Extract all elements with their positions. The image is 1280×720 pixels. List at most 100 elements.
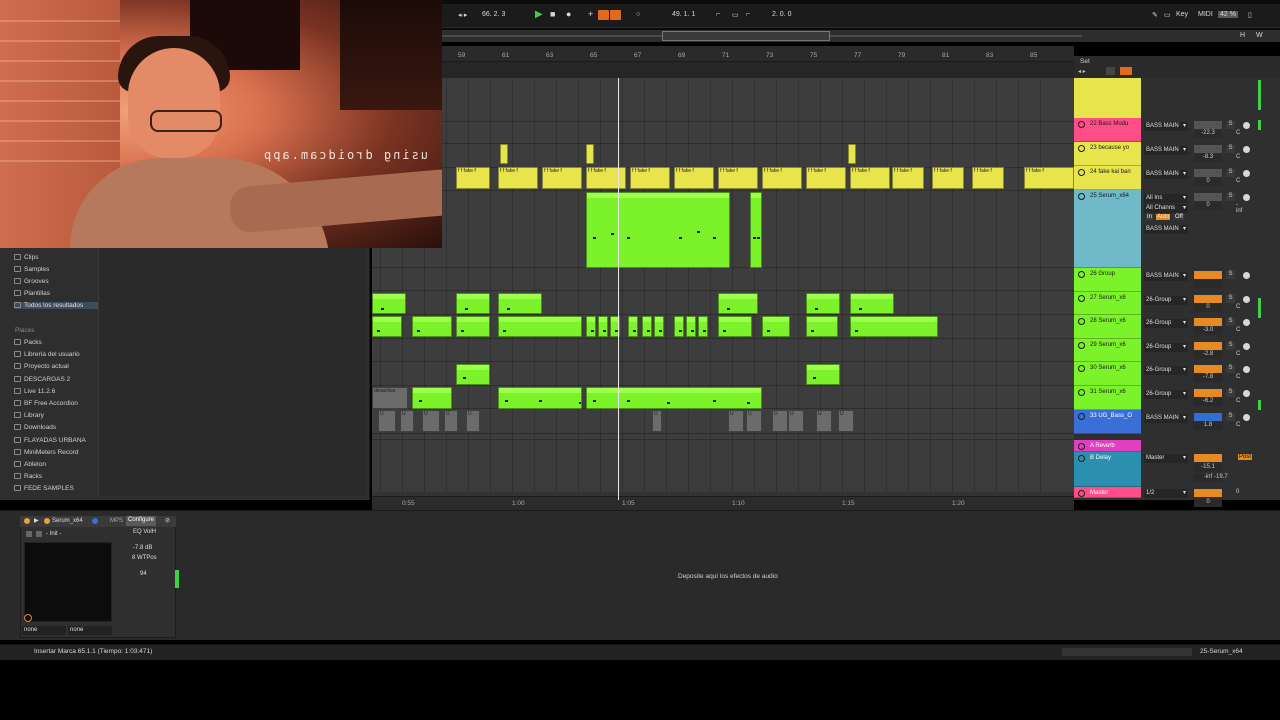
green-clip[interactable] (598, 316, 608, 337)
browser-place[interactable]: Live 11.2.6 (14, 387, 55, 395)
green-clip[interactable] (412, 387, 452, 409)
input-channel-select[interactable]: All Channs (1144, 204, 1188, 213)
yellow-clip[interactable]: f f fake f (542, 167, 582, 189)
gray-clip[interactable]: U (728, 410, 744, 432)
browser-place[interactable]: FEDE SAMPLES (14, 485, 74, 492)
track-volume-fader[interactable] (1194, 342, 1222, 350)
green-clip[interactable] (718, 316, 752, 337)
green-clip[interactable] (806, 316, 838, 337)
pan-value[interactable] (1236, 280, 1243, 288)
gray-clip[interactable]: U (746, 410, 762, 432)
overdub-button[interactable] (598, 10, 609, 20)
track-fold-icon[interactable] (1078, 365, 1085, 372)
w-toggle[interactable]: W (1256, 32, 1263, 39)
param2-value[interactable]: 94 (140, 571, 147, 577)
gray-clip[interactable]: U (652, 410, 662, 432)
track-volume-fader[interactable] (1194, 365, 1222, 373)
yellow-clip[interactable]: f f fake f (762, 167, 802, 189)
solo-button[interactable]: S (1226, 389, 1235, 397)
track-volume-fader[interactable] (1194, 389, 1222, 397)
track-volume-value[interactable] (1194, 280, 1222, 288)
track-volume-fader[interactable] (1194, 271, 1222, 279)
audio-effects-drop-zone[interactable]: Deposite aquí los efectos de audio (678, 573, 778, 580)
yellow-clip[interactable]: f f fake f (932, 167, 964, 189)
yellow-clip[interactable] (848, 144, 856, 164)
device-close-icon[interactable]: ⊘ (165, 517, 170, 524)
green-clip[interactable] (456, 364, 490, 385)
marker-lane[interactable] (442, 62, 1074, 78)
browser-category[interactable]: Grooves (14, 278, 49, 285)
loop-icon[interactable]: ▭ (732, 11, 739, 19)
track-fold-icon[interactable] (1078, 490, 1085, 497)
green-clip[interactable] (456, 293, 490, 314)
loop-length-field[interactable]: 2. 0. 0 (772, 11, 791, 18)
track-volume-fader[interactable] (1194, 413, 1222, 421)
track-fold-icon[interactable] (1078, 145, 1085, 152)
output-routing-select[interactable]: 26-Group (1144, 366, 1188, 375)
return-track-header[interactable]: B Delay (1074, 452, 1141, 487)
browser-place[interactable]: Packs (14, 339, 42, 346)
track-header[interactable]: 26 Group (1074, 268, 1141, 292)
output-routing-select[interactable]: All Ins (1144, 194, 1188, 203)
key-map-icon[interactable]: ▭ (1164, 11, 1171, 19)
track-volume-fader[interactable] (1194, 193, 1222, 201)
track-lane[interactable] (372, 339, 1074, 362)
pan-value[interactable]: -inf (1236, 202, 1243, 214)
browser-place[interactable]: Proyecto actual (14, 363, 69, 370)
output-routing-select[interactable]: BASS MAIN (1144, 272, 1188, 281)
gray-clip[interactable]: U (400, 410, 414, 432)
track-fold-icon[interactable] (1078, 443, 1085, 450)
green-clip[interactable] (498, 387, 582, 409)
yellow-clip[interactable] (586, 144, 594, 164)
green-clip[interactable] (372, 293, 406, 314)
add-icon[interactable]: + (588, 9, 593, 19)
return-track-header[interactable]: Master (1074, 487, 1141, 498)
solo-button[interactable]: S (1226, 365, 1235, 373)
pan-value[interactable]: C (1236, 327, 1243, 335)
browser-place[interactable]: Ableton (14, 461, 46, 468)
track-header[interactable]: 22 Bass Modu (1074, 118, 1141, 142)
return-volume-value[interactable]: -15.1 (1194, 464, 1222, 472)
punch-icon[interactable]: ⌐ (716, 11, 720, 18)
return-volume-fader[interactable] (1194, 454, 1222, 462)
pan-value[interactable]: C (1236, 422, 1243, 430)
output-routing-select[interactable]: BASS MAIN (1144, 122, 1188, 131)
arm-record-icon[interactable] (1243, 122, 1250, 129)
track-volume-fader[interactable] (1194, 121, 1222, 129)
gray-clip[interactable]: U (816, 410, 832, 432)
output-routing-select[interactable]: BASS MAIN (1144, 146, 1188, 155)
device-title-bar[interactable]: ▶ Serum_x64 MPS Configure ⊘ (20, 516, 176, 527)
return-volume-value[interactable]: 0 (1194, 499, 1222, 507)
gray-clip[interactable]: U (466, 410, 480, 432)
yellow-clip[interactable]: f f fake f (456, 167, 490, 189)
arrangement-overview[interactable] (442, 30, 1280, 42)
pan-value[interactable]: C (1236, 304, 1243, 312)
track-lane[interactable] (372, 268, 1074, 291)
play-button[interactable]: ▶ (535, 9, 543, 20)
track-fold-icon[interactable] (1078, 271, 1085, 278)
gray-clip[interactable]: U (838, 410, 854, 432)
device-power-icon[interactable] (24, 518, 30, 524)
track-header[interactable]: 31 Serum_x6 (1074, 386, 1141, 410)
arm-record-icon[interactable] (1243, 319, 1250, 326)
browser-category[interactable]: Clips (14, 254, 38, 261)
green-clip[interactable] (586, 316, 596, 337)
expand-icon[interactable] (1106, 67, 1115, 75)
yellow-clip[interactable]: f f fake f (498, 167, 538, 189)
solo-button[interactable]: S (1226, 413, 1235, 421)
track-fold-icon[interactable] (1078, 318, 1085, 325)
monitor-button[interactable]: Auto (1156, 214, 1171, 220)
gray-clip[interactable]: desactiva (372, 387, 408, 409)
pan-value[interactable]: C (1236, 374, 1243, 382)
time-ruler[interactable]: 0:55 1:00 1:05 1:10 1:15 1:20 (372, 496, 1074, 510)
preset-name[interactable]: - Init - (46, 531, 61, 537)
track-fold-icon[interactable] (1078, 193, 1085, 200)
arm-record-icon[interactable] (1243, 414, 1250, 421)
track-volume-value[interactable]: 1.8 (1194, 422, 1222, 430)
yellow-clip[interactable]: f f fake f (718, 167, 758, 189)
record-button[interactable]: ● (566, 9, 571, 19)
play-icon[interactable]: ▶ (34, 517, 39, 524)
arm-record-icon[interactable] (1243, 296, 1250, 303)
bar-ruler[interactable] (442, 46, 1074, 62)
pan-value[interactable]: C (1236, 178, 1243, 186)
